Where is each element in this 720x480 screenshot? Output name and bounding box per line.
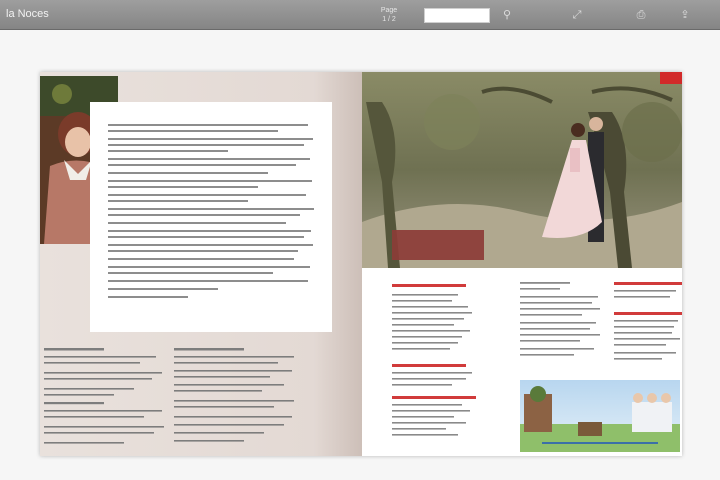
share-icon[interactable]: ⇪: [678, 9, 692, 21]
footnote-lines: [44, 348, 294, 444]
advertisement[interactable]: [520, 380, 680, 452]
section-tab: [660, 72, 682, 84]
wedding-photo: [362, 72, 682, 268]
print-icon[interactable]: ⎙: [634, 9, 648, 21]
magazine-spread: [40, 72, 682, 456]
footnotes: [40, 344, 362, 454]
page-label: Page: [380, 7, 398, 14]
document-title: la Noces: [6, 8, 49, 20]
search-icon[interactable]: ⚲: [500, 9, 514, 21]
fullscreen-icon[interactable]: ⤢: [570, 9, 584, 21]
right-page[interactable]: [362, 72, 682, 456]
article-text-box: [90, 102, 332, 332]
search-input[interactable]: [424, 8, 490, 23]
article-headline: [392, 230, 484, 260]
left-page[interactable]: [40, 72, 362, 456]
page-indicator[interactable]: Page 1 / 2: [364, 6, 414, 24]
viewer-toolbar: la Noces Page 1 / 2 ⚲ ⤢ ⎙ ⇪: [0, 0, 720, 30]
body-text-lines: [108, 124, 314, 298]
page-number: 1 / 2: [382, 16, 396, 23]
